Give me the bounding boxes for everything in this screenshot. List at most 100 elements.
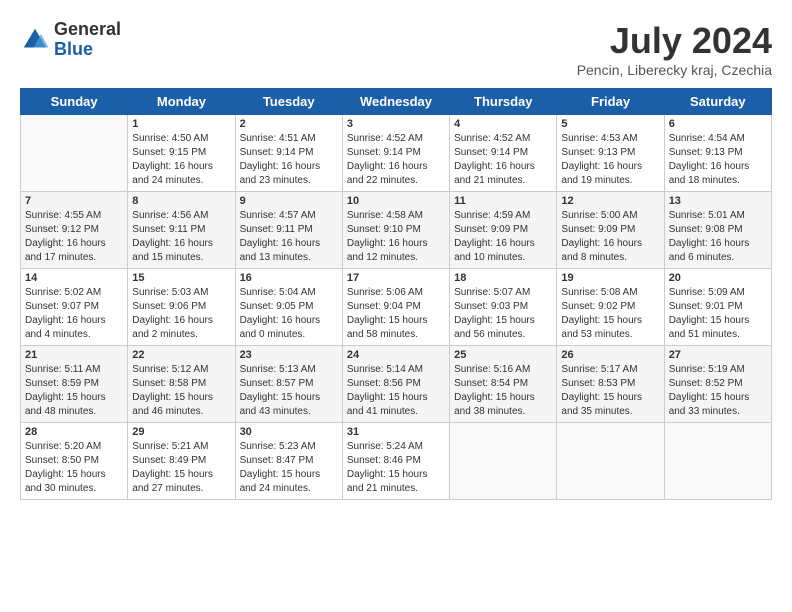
location: Pencin, Liberecky kraj, Czechia	[577, 62, 772, 78]
calendar-day: 15Sunrise: 5:03 AMSunset: 9:06 PMDayligh…	[128, 269, 235, 346]
day-number: 16	[240, 272, 338, 284]
col-thursday: Thursday	[450, 89, 557, 115]
calendar-day: 9 Sunrise: 4:57 AMSunset: 9:11 PMDaylight…	[235, 192, 342, 269]
day-info: Sunrise: 5:24 AMSunset: 8:46 PMDaylight:…	[347, 440, 445, 496]
col-saturday: Saturday	[664, 89, 771, 115]
day-info: Sunrise: 4:55 AMSunset: 9:12 PMDaylight:…	[25, 209, 123, 265]
day-number: 12	[561, 195, 659, 207]
calendar-week-5: 28Sunrise: 5:20 AMSunset: 8:50 PMDayligh…	[21, 423, 772, 500]
day-info: Sunrise: 5:16 AMSunset: 8:54 PMDaylight:…	[454, 363, 552, 419]
day-info: Sunrise: 4:54 AMSunset: 9:13 PMDaylight:…	[669, 132, 767, 188]
calendar-body: 1Sunrise: 4:50 AMSunset: 9:15 PMDaylight…	[21, 115, 772, 500]
col-monday: Monday	[128, 89, 235, 115]
calendar-day: 29 Sunrise: 5:21 AMSunset: 8:49 PMDayligh…	[128, 423, 235, 500]
calendar: Sunday Monday Tuesday Wednesday Thursday…	[20, 88, 772, 500]
day-number: 29	[132, 426, 230, 438]
calendar-day: 12 Sunrise: 5:00 AMSunset: 9:09 PMDayligh…	[557, 192, 664, 269]
calendar-day: 27Sunrise: 5:19 AMSunset: 8:52 PMDayligh…	[664, 346, 771, 423]
day-info: Sunrise: 5:21 AMSunset: 8:49 PMDaylight:…	[132, 440, 230, 496]
day-info: Sunrise: 4:52 AMSunset: 9:14 PMDaylight:…	[454, 132, 552, 188]
day-number: 10	[347, 195, 445, 207]
calendar-day: 14 Sunrise: 5:02 AMSunset: 9:07 PMDayligh…	[21, 269, 128, 346]
calendar-day: 18 Sunrise: 5:07 AMSunset: 9:03 PMDayligh…	[450, 269, 557, 346]
day-info: Sunrise: 5:02 AMSunset: 9:07 PMDaylight:…	[25, 286, 123, 342]
day-info: Sunrise: 5:19 AMSunset: 8:52 PMDaylight:…	[669, 363, 767, 419]
calendar-day: 4Sunrise: 4:52 AMSunset: 9:14 PMDaylight…	[450, 115, 557, 192]
calendar-day	[21, 115, 128, 192]
calendar-day: 21 Sunrise: 5:11 AMSunset: 8:59 PMDayligh…	[21, 346, 128, 423]
calendar-week-4: 21 Sunrise: 5:11 AMSunset: 8:59 PMDayligh…	[21, 346, 772, 423]
day-number: 24	[347, 349, 445, 361]
day-number: 17	[347, 272, 445, 284]
day-number: 8	[132, 195, 230, 207]
day-info: Sunrise: 5:11 AMSunset: 8:59 PMDaylight:…	[25, 363, 123, 419]
calendar-day	[450, 423, 557, 500]
calendar-week-3: 14 Sunrise: 5:02 AMSunset: 9:07 PMDayligh…	[21, 269, 772, 346]
day-info: Sunrise: 5:14 AMSunset: 8:56 PMDaylight:…	[347, 363, 445, 419]
header-row: Sunday Monday Tuesday Wednesday Thursday…	[21, 89, 772, 115]
day-info: Sunrise: 4:52 AMSunset: 9:14 PMDaylight:…	[347, 132, 445, 188]
calendar-day: 25 Sunrise: 5:16 AMSunset: 8:54 PMDayligh…	[450, 346, 557, 423]
logo-text: General Blue	[54, 20, 121, 60]
day-number: 14	[25, 272, 123, 284]
calendar-day: 17 Sunrise: 5:06 AMSunset: 9:04 PMDayligh…	[342, 269, 449, 346]
day-number: 7	[25, 195, 123, 207]
calendar-day: 3 Sunrise: 4:52 AMSunset: 9:14 PMDaylight…	[342, 115, 449, 192]
calendar-day: 13Sunrise: 5:01 AMSunset: 9:08 PMDayligh…	[664, 192, 771, 269]
day-info: Sunrise: 4:57 AMSunset: 9:11 PMDaylight:…	[240, 209, 338, 265]
calendar-day: 6 Sunrise: 4:54 AMSunset: 9:13 PMDaylight…	[664, 115, 771, 192]
day-number: 28	[25, 426, 123, 438]
calendar-day: 16 Sunrise: 5:04 AMSunset: 9:05 PMDayligh…	[235, 269, 342, 346]
page-container: General Blue July 2024 Pencin, Liberecky…	[0, 0, 792, 510]
calendar-day: 19 Sunrise: 5:08 AMSunset: 9:02 PMDayligh…	[557, 269, 664, 346]
day-number: 11	[454, 195, 552, 207]
day-info: Sunrise: 5:09 AMSunset: 9:01 PMDaylight:…	[669, 286, 767, 342]
calendar-day: 11 Sunrise: 4:59 AMSunset: 9:09 PMDayligh…	[450, 192, 557, 269]
day-info: Sunrise: 5:06 AMSunset: 9:04 PMDaylight:…	[347, 286, 445, 342]
calendar-day: 10Sunrise: 4:58 AMSunset: 9:10 PMDayligh…	[342, 192, 449, 269]
day-info: Sunrise: 5:17 AMSunset: 8:53 PMDaylight:…	[561, 363, 659, 419]
day-info: Sunrise: 4:53 AMSunset: 9:13 PMDaylight:…	[561, 132, 659, 188]
calendar-day: 30Sunrise: 5:23 AMSunset: 8:47 PMDayligh…	[235, 423, 342, 500]
calendar-day: 8Sunrise: 4:56 AMSunset: 9:11 PMDaylight…	[128, 192, 235, 269]
day-info: Sunrise: 5:08 AMSunset: 9:02 PMDaylight:…	[561, 286, 659, 342]
month-title: July 2024	[577, 20, 772, 62]
logo-icon	[20, 25, 50, 55]
calendar-header: Sunday Monday Tuesday Wednesday Thursday…	[21, 89, 772, 115]
calendar-day: 2Sunrise: 4:51 AMSunset: 9:14 PMDaylight…	[235, 115, 342, 192]
logo-general: General	[54, 20, 121, 40]
col-wednesday: Wednesday	[342, 89, 449, 115]
day-number: 15	[132, 272, 230, 284]
day-number: 30	[240, 426, 338, 438]
day-info: Sunrise: 5:00 AMSunset: 9:09 PMDaylight:…	[561, 209, 659, 265]
day-number: 6	[669, 118, 767, 130]
day-info: Sunrise: 5:04 AMSunset: 9:05 PMDaylight:…	[240, 286, 338, 342]
calendar-day: 20Sunrise: 5:09 AMSunset: 9:01 PMDayligh…	[664, 269, 771, 346]
day-info: Sunrise: 4:59 AMSunset: 9:09 PMDaylight:…	[454, 209, 552, 265]
day-info: Sunrise: 5:07 AMSunset: 9:03 PMDaylight:…	[454, 286, 552, 342]
day-number: 1	[132, 118, 230, 130]
day-number: 31	[347, 426, 445, 438]
title-section: July 2024 Pencin, Liberecky kraj, Czechi…	[577, 20, 772, 78]
day-number: 18	[454, 272, 552, 284]
calendar-day	[664, 423, 771, 500]
day-number: 19	[561, 272, 659, 284]
calendar-day: 23Sunrise: 5:13 AMSunset: 8:57 PMDayligh…	[235, 346, 342, 423]
day-info: Sunrise: 4:51 AMSunset: 9:14 PMDaylight:…	[240, 132, 338, 188]
calendar-day: 31 Sunrise: 5:24 AMSunset: 8:46 PMDayligh…	[342, 423, 449, 500]
day-number: 26	[561, 349, 659, 361]
col-sunday: Sunday	[21, 89, 128, 115]
calendar-day: 22Sunrise: 5:12 AMSunset: 8:58 PMDayligh…	[128, 346, 235, 423]
calendar-day: 28Sunrise: 5:20 AMSunset: 8:50 PMDayligh…	[21, 423, 128, 500]
col-tuesday: Tuesday	[235, 89, 342, 115]
day-number: 9	[240, 195, 338, 207]
day-number: 3	[347, 118, 445, 130]
day-info: Sunrise: 5:13 AMSunset: 8:57 PMDaylight:…	[240, 363, 338, 419]
day-number: 25	[454, 349, 552, 361]
calendar-day: 5Sunrise: 4:53 AMSunset: 9:13 PMDaylight…	[557, 115, 664, 192]
day-number: 21	[25, 349, 123, 361]
calendar-week-1: 1Sunrise: 4:50 AMSunset: 9:15 PMDaylight…	[21, 115, 772, 192]
calendar-day: 7 Sunrise: 4:55 AMSunset: 9:12 PMDaylight…	[21, 192, 128, 269]
calendar-day	[557, 423, 664, 500]
calendar-day: 1Sunrise: 4:50 AMSunset: 9:15 PMDaylight…	[128, 115, 235, 192]
